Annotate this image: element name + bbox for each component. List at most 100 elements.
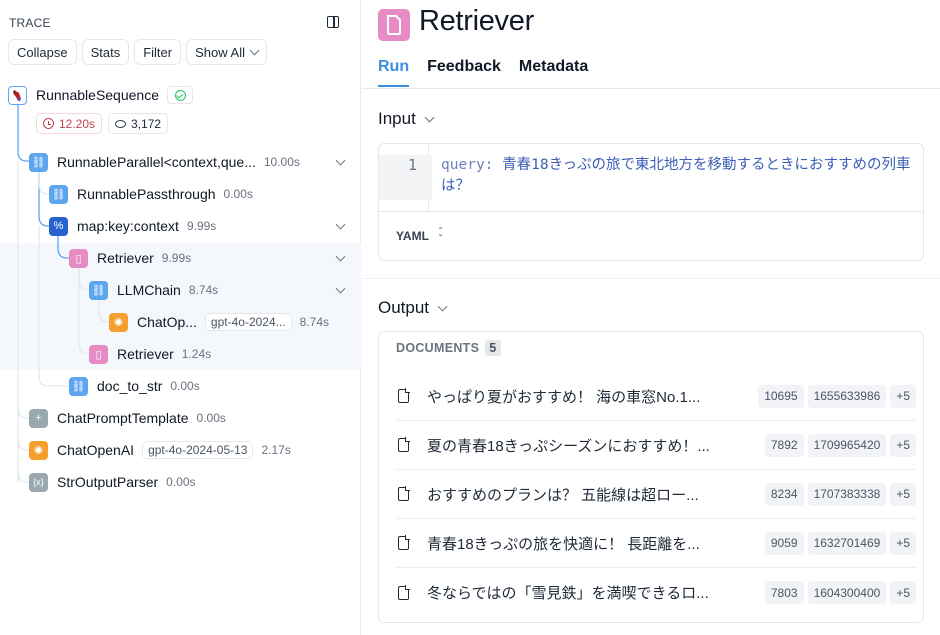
openai-icon: ✺ bbox=[109, 312, 128, 332]
tabs-divider bbox=[362, 88, 940, 89]
filter-button[interactable]: Filter bbox=[134, 39, 182, 65]
document-item[interactable]: 青春18きっぷの旅を快適に！ 長距離を... 9059 1632701469 +… bbox=[395, 519, 916, 568]
node-name: StrOutputParser bbox=[57, 474, 159, 490]
document-tags: 9059 1632701469 +5 bbox=[764, 531, 916, 555]
latency-value: 12.20s bbox=[59, 116, 96, 131]
tokens-badge: 3,172 bbox=[108, 113, 169, 134]
code-editor[interactable]: 1 query: 青春18きっぷの旅で東北地方を移動するときにおすすめの列車は？ bbox=[379, 144, 923, 212]
trace-node[interactable]: % map:key:context 9.99s bbox=[49, 210, 361, 242]
chevron-down-icon[interactable] bbox=[335, 283, 346, 293]
file-icon bbox=[398, 486, 410, 501]
document-item[interactable]: やっぱり夏がおすすめ！ 海の車窓No.1... 10695 1655633986… bbox=[395, 372, 916, 421]
section-divider bbox=[362, 278, 940, 279]
documents-header: DOCUMENTS 5 bbox=[396, 340, 501, 356]
check-circle-icon bbox=[174, 89, 186, 101]
line-gutter: 1 bbox=[379, 144, 432, 211]
trace-node[interactable]: + ChatPromptTemplate 0.00s bbox=[29, 402, 226, 434]
clock-icon bbox=[43, 118, 54, 129]
output-card: DOCUMENTS 5 やっぱり夏がおすすめ！ 海の車窓No.1... 1069… bbox=[378, 331, 924, 623]
link-icon: ⛓ bbox=[29, 152, 48, 172]
input-section-toggle[interactable]: Input bbox=[378, 109, 435, 129]
stats-button[interactable]: Stats bbox=[81, 39, 130, 65]
chevron-down-icon bbox=[249, 45, 260, 55]
tag-more[interactable]: +5 bbox=[890, 581, 916, 604]
openai-icon: ✺ bbox=[29, 440, 48, 460]
trace-node[interactable]: {x} StrOutputParser 0.00s bbox=[29, 466, 196, 498]
trace-node[interactable]: ⛓ RunnablePassthrough 0.00s bbox=[49, 178, 253, 210]
latency-badge: 12.20s bbox=[36, 113, 103, 134]
document-item[interactable]: おすすめのプランは？ 五能線は超ロー... 8234 1707383338 +5 bbox=[395, 470, 916, 519]
document-item[interactable]: 冬ならではの「雪見鉄」を満喫できるロ... 7803 1604300400 +5 bbox=[395, 568, 916, 617]
map-icon: % bbox=[49, 216, 68, 236]
node-name: map:key:context bbox=[77, 218, 179, 234]
show-all-label: Show All bbox=[195, 44, 245, 60]
line-number: 1 bbox=[379, 155, 432, 200]
trace-label: TRACE bbox=[9, 16, 51, 30]
tag-more[interactable]: +5 bbox=[890, 433, 916, 457]
tag-more[interactable]: +5 bbox=[890, 384, 916, 408]
node-name: ChatOp... bbox=[137, 314, 197, 330]
panel-toggle-icon[interactable] bbox=[327, 16, 339, 28]
trace-panel: TRACE Collapse Stats Filter Show All Run… bbox=[0, 0, 361, 635]
tag-more[interactable]: +5 bbox=[890, 531, 916, 555]
document-icon: ▯ bbox=[89, 344, 108, 364]
tag-timestamp: 1709965420 bbox=[807, 433, 887, 457]
node-name: Retriever bbox=[117, 346, 174, 362]
input-card: 1 query: 青春18きっぷの旅で東北地方を移動するときにおすすめの列車は？… bbox=[378, 143, 924, 261]
trace-node[interactable]: ⛓ LLMChain 8.74s bbox=[89, 274, 361, 306]
chevron-down-icon[interactable] bbox=[335, 251, 346, 261]
show-all-dropdown[interactable]: Show All bbox=[186, 39, 267, 65]
root-stats: 12.20s 3,172 bbox=[36, 113, 169, 134]
document-tags: 8234 1707383338 +5 bbox=[764, 482, 916, 506]
document-title: やっぱり夏がおすすめ！ 海の車窓No.1... bbox=[427, 388, 701, 406]
chevron-down-icon[interactable] bbox=[335, 219, 346, 229]
code-key: query: bbox=[441, 157, 494, 173]
tab-run[interactable]: Run bbox=[378, 58, 410, 87]
trace-node[interactable]: ⛓ doc_to_str 0.00s bbox=[69, 370, 200, 402]
tab-feedback[interactable]: Feedback bbox=[427, 58, 501, 87]
tag-timestamp: 1655633986 bbox=[807, 384, 887, 408]
file-icon bbox=[398, 584, 410, 600]
document-title: 冬ならではの「雪見鉄」を満喫できるロ... bbox=[427, 585, 709, 602]
document-item[interactable]: 夏の青春18きっぷシーズンにおすすめ！... 7892 1709965420 +… bbox=[395, 421, 916, 470]
output-heading: Output bbox=[378, 298, 430, 317]
node-duration: 0.00s bbox=[166, 475, 196, 489]
document-icon: ▯ bbox=[69, 248, 88, 268]
tag-chars: 9059 bbox=[764, 531, 804, 555]
code-value: 青春18きっぷの旅で東北地方を移動するときにおすすめの列車は？ bbox=[441, 157, 911, 194]
node-name: ChatOpenAI bbox=[57, 442, 135, 458]
model-badge: gpt-4o-2024... bbox=[204, 313, 292, 331]
collapse-button[interactable]: Collapse bbox=[8, 39, 77, 65]
code-content[interactable]: query: 青春18きっぷの旅で東北地方を移動するときにおすすめの列車は？ bbox=[429, 144, 923, 211]
tag-timestamp: 1632701469 bbox=[807, 531, 887, 555]
trace-node[interactable]: ▯ Retriever 1.24s bbox=[89, 338, 211, 370]
link-icon: ⛓ bbox=[69, 376, 88, 396]
trace-node-root[interactable]: RunnableSequence bbox=[8, 79, 193, 111]
file-icon bbox=[398, 388, 410, 403]
documents-count: 5 bbox=[485, 340, 501, 356]
document-tags: 7892 1709965420 +5 bbox=[764, 433, 916, 457]
document-tags: 10695 1655633986 +5 bbox=[758, 384, 916, 408]
document-icon bbox=[378, 9, 410, 41]
tag-more[interactable]: +5 bbox=[890, 482, 916, 506]
chevron-down-icon[interactable] bbox=[335, 155, 346, 165]
node-duration: 8.74s bbox=[188, 283, 219, 297]
file-icon bbox=[398, 437, 410, 452]
node-name: LLMChain bbox=[117, 282, 181, 298]
document-title: おすすめのプランは？ 五能線は超ロー... bbox=[427, 486, 699, 504]
node-duration: 10.00s bbox=[263, 155, 300, 169]
tab-metadata[interactable]: Metadata bbox=[519, 58, 588, 87]
output-section-toggle[interactable]: Output bbox=[378, 298, 448, 318]
chevron-up-down-icon: ˆˇ bbox=[438, 227, 443, 245]
trace-node-selected[interactable]: ▯ Retriever 9.99s bbox=[69, 242, 361, 274]
trace-node[interactable]: ⛓ RunnableParallel<context,que... 10.00s bbox=[29, 146, 361, 178]
chevron-down-icon bbox=[437, 301, 448, 311]
parser-icon: {x} bbox=[29, 472, 48, 492]
node-duration: 8.74s bbox=[299, 315, 329, 329]
link-icon: ⛓ bbox=[49, 184, 68, 204]
trace-node[interactable]: ✺ ChatOp... gpt-4o-2024... 8.74s bbox=[109, 306, 329, 338]
trace-node[interactable]: ✺ ChatOpenAI gpt-4o-2024-05-13 2.17s bbox=[29, 434, 291, 466]
node-duration: 1.24s bbox=[181, 347, 212, 361]
file-icon bbox=[398, 535, 410, 550]
format-selector[interactable]: YAML ˆˇ bbox=[379, 212, 923, 260]
